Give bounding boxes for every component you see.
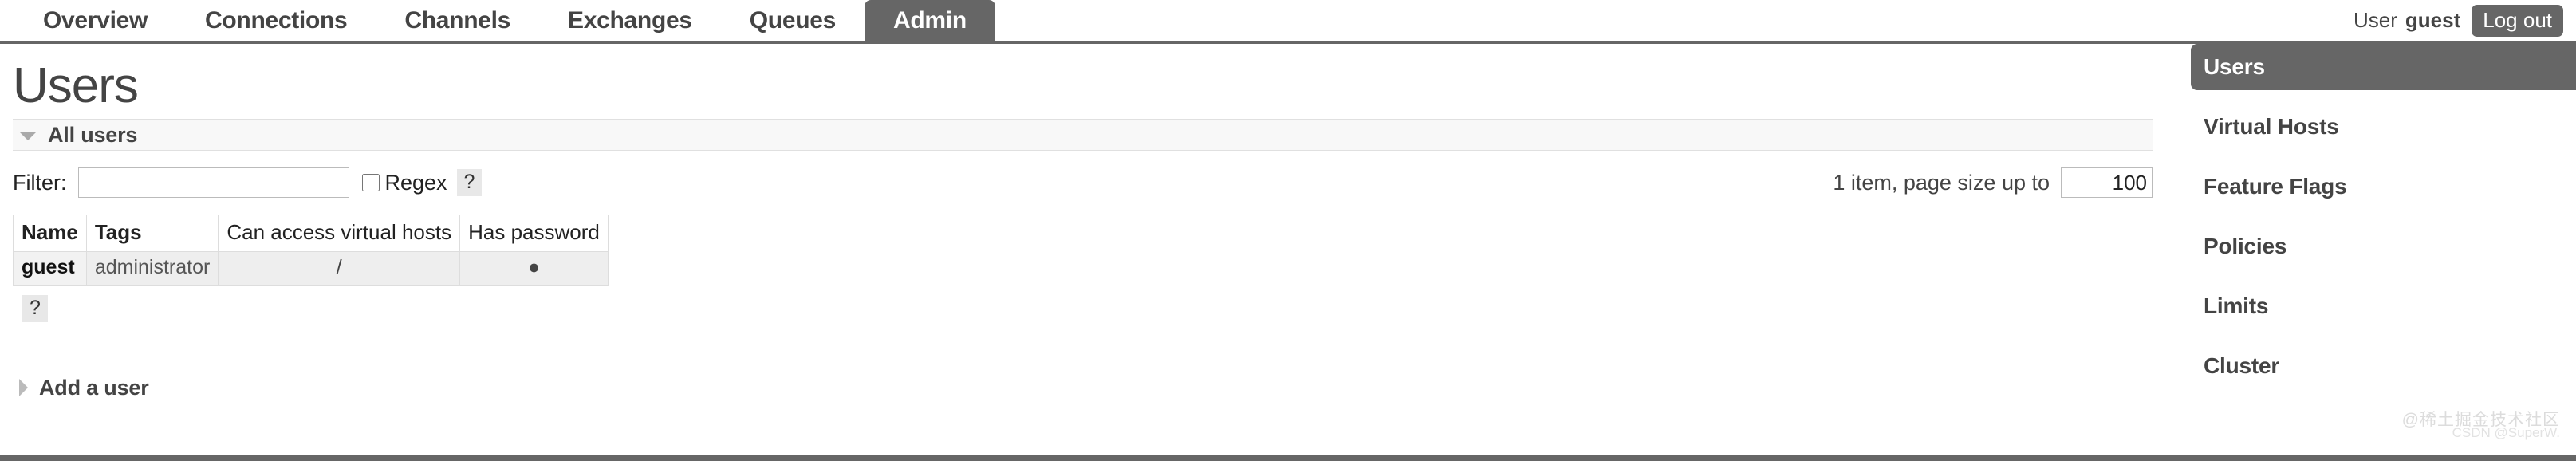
sidebar-item-cluster[interactable]: Cluster <box>2191 343 2510 389</box>
page-title: Users <box>13 58 139 113</box>
users-table-body: guest administrator / ● <box>13 251 609 286</box>
table-row[interactable]: guest administrator / ● <box>13 251 609 286</box>
nav-tab-queues[interactable]: Queues <box>721 0 865 44</box>
admin-sidebar: Users Virtual Hosts Feature Flags Polici… <box>2191 44 2576 403</box>
sidebar-item-label: Limits <box>2204 294 2269 318</box>
add-a-user-section-title: Add a user <box>39 375 149 400</box>
nav-tab-exchanges[interactable]: Exchanges <box>539 0 721 44</box>
sidebar-item-virtual-hosts[interactable]: Virtual Hosts <box>2191 104 2510 150</box>
item-count-summary: 1 item, page size up to <box>1833 170 2050 195</box>
nav-tab-list: Overview Connections Channels Exchanges … <box>0 0 2576 44</box>
page-size-block: 1 item, page size up to <box>1833 159 2153 207</box>
cell-user-vhosts: / <box>218 251 461 286</box>
column-header-has-password[interactable]: Has password <box>459 215 609 252</box>
user-name: guest <box>2405 8 2461 32</box>
nav-tab-admin[interactable]: Admin <box>865 0 995 44</box>
regex-checkbox[interactable] <box>361 174 380 191</box>
nav-tab-overview[interactable]: Overview <box>14 0 176 44</box>
nav-tab-connections[interactable]: Connections <box>176 0 376 44</box>
user-label: User <box>2353 8 2397 32</box>
sidebar-item-users[interactable]: Users <box>2191 44 2576 90</box>
cell-user-name[interactable]: guest <box>13 251 87 286</box>
sidebar-item-limits[interactable]: Limits <box>2191 283 2510 329</box>
main-content: Users All users Filter: Regex ? 1 item, … <box>0 44 2165 404</box>
triangle-right-icon <box>19 379 28 396</box>
sidebar-item-label: Users <box>2204 54 2265 79</box>
page-size-input[interactable] <box>2061 167 2153 198</box>
add-a-user-section-header[interactable]: Add a user <box>13 372 2153 404</box>
cell-user-tags: administrator <box>85 251 219 286</box>
cell-user-has-password: ● <box>459 251 609 286</box>
sidebar-item-label: Policies <box>2204 234 2287 258</box>
sidebar-item-label: Virtual Hosts <box>2204 114 2339 139</box>
log-out-button[interactable]: Log out <box>2472 4 2563 37</box>
column-header-name[interactable]: Name <box>13 215 87 252</box>
all-users-section-title: All users <box>48 122 138 147</box>
nav-tab-channels[interactable]: Channels <box>376 0 539 44</box>
table-help-row: ? <box>13 295 2153 322</box>
users-table-head: Name Tags Can access virtual hosts Has p… <box>13 215 609 252</box>
filter-input[interactable] <box>77 167 349 198</box>
triangle-down-icon <box>19 132 37 140</box>
filter-help-button[interactable]: ? <box>456 169 483 196</box>
top-navigation-bar: Overview Connections Channels Exchanges … <box>0 0 2576 44</box>
table-header-row: Name Tags Can access virtual hosts Has p… <box>13 215 609 252</box>
sidebar-item-label: Feature Flags <box>2204 174 2347 199</box>
column-header-can-access-virtual-hosts[interactable]: Can access virtual hosts <box>218 215 461 252</box>
watermark-primary-text: @稀土掘金技术社区 <box>2401 411 2560 429</box>
sidebar-item-label: Cluster <box>2204 353 2280 378</box>
regex-label: Regex <box>384 170 447 195</box>
users-table: Name Tags Can access virtual hosts Has p… <box>13 215 609 286</box>
filter-row: Filter: Regex ? 1 item, page size up to <box>13 159 2153 207</box>
user-session-block: User guest Log out <box>2353 0 2563 41</box>
all-users-section-header[interactable]: All users <box>13 119 2153 151</box>
column-header-tags[interactable]: Tags <box>85 215 219 252</box>
watermark-secondary-text: CSDN @SuperW. <box>2452 425 2560 440</box>
footer-bar <box>0 455 2576 461</box>
sidebar-item-policies[interactable]: Policies <box>2191 223 2510 270</box>
watermark: @稀土掘金技术社区 CSDN @SuperW. <box>2402 412 2560 440</box>
sidebar-item-feature-flags[interactable]: Feature Flags <box>2191 164 2510 210</box>
users-table-help-button[interactable]: ? <box>22 295 48 322</box>
filter-label: Filter: <box>13 170 67 195</box>
